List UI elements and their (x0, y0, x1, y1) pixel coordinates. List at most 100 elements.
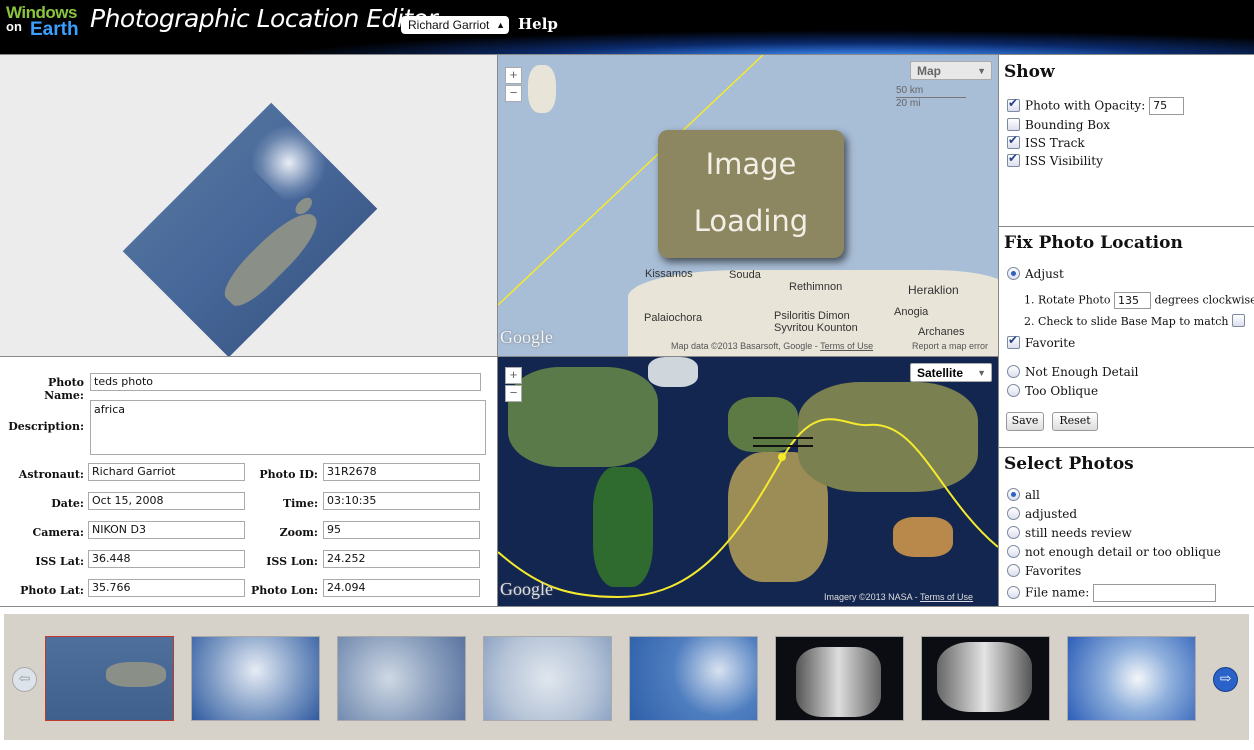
google-logo[interactable]: Google (500, 579, 553, 600)
iss-lat-field[interactable]: 36.448 (88, 550, 245, 568)
too-oblique-radio[interactable] (1007, 384, 1020, 397)
map-attribution: Map data ©2013 Basarsoft, Google - Terms… (671, 341, 873, 351)
filter-filename-radio[interactable] (1007, 585, 1020, 599)
thumbnail[interactable] (45, 636, 174, 721)
map-scale: 50 km 20 mi (896, 85, 966, 110)
filter-all-radio[interactable] (1007, 488, 1020, 501)
filter-favorites-option[interactable]: Favorites (1007, 564, 1081, 578)
not-enough-detail-radio[interactable] (1007, 365, 1020, 378)
filter-filename-label: File name: (1025, 585, 1090, 600)
filter-favorites-radio[interactable] (1007, 564, 1020, 577)
description-field[interactable]: africa (90, 400, 486, 455)
select-arrows-icon: ▲ (496, 20, 505, 30)
photo-name-label: Photo Name: (44, 376, 84, 402)
slide-map-checkbox[interactable] (1231, 314, 1245, 327)
too-oblique-option[interactable]: Too Oblique (1007, 384, 1098, 398)
iss-visibility-checkbox[interactable] (1007, 151, 1020, 167)
photo-opacity-label: Photo with Opacity: (1025, 98, 1146, 113)
filter-review-option[interactable]: still needs review (1007, 526, 1132, 540)
adjust-label: Adjust (1025, 267, 1064, 281)
city-label: Souda (729, 269, 761, 281)
bounding-box-checkbox[interactable] (1007, 118, 1020, 131)
world-zoom-in-button[interactable]: + (505, 367, 522, 384)
save-button[interactable]: Save (1006, 412, 1044, 431)
zoom-field[interactable]: 95 (323, 521, 480, 539)
terms-link[interactable]: Terms of Use (820, 341, 873, 351)
date-field[interactable]: Oct 15, 2008 (88, 492, 245, 510)
step-number: 2. (1024, 315, 1035, 328)
next-arrow-icon[interactable]: ⇨ (1213, 667, 1238, 692)
iss-orbit-track (498, 418, 998, 599)
step-number: 1. (1024, 293, 1035, 307)
photo-opacity-option[interactable]: Photo with Opacity: 75 (1007, 96, 1185, 115)
world-zoom-out-button[interactable]: − (505, 385, 522, 402)
world-map-type-select[interactable]: Satellite ▼ (910, 363, 992, 382)
iss-track-option[interactable]: ISS Track (1007, 133, 1085, 150)
world-satellite-map[interactable]: + − Satellite ▼ Google Imagery ©2013 NASA… (498, 356, 998, 607)
photo-opacity-checkbox[interactable] (1007, 96, 1020, 112)
thumbnail[interactable] (1067, 636, 1196, 721)
time-field[interactable]: 03:10:35 (323, 492, 480, 510)
iss-visibility-label: ISS Visibility (1025, 154, 1103, 168)
previous-arrow-icon[interactable]: ⇦ (12, 667, 37, 692)
reset-button[interactable]: Reset (1052, 412, 1098, 431)
thumbnail[interactable] (775, 636, 904, 721)
rotate-step: 1. Rotate Photo 135 degrees clockwise (1024, 292, 1254, 309)
iss-visibility-option[interactable]: ISS Visibility (1007, 151, 1103, 168)
camera-field[interactable]: NIKON D3 (88, 521, 245, 539)
rotated-photo[interactable] (122, 102, 378, 356)
thumbnail[interactable] (629, 636, 758, 721)
iss-lat-label: ISS Lat: (35, 555, 84, 568)
thumbnail[interactable] (921, 636, 1050, 721)
terms-link[interactable]: Terms of Use (920, 592, 973, 602)
thumbnail[interactable] (483, 636, 612, 721)
user-select[interactable]: Richard Garriot ▲ (401, 16, 509, 34)
astronaut-field[interactable]: Richard Garriot (88, 463, 245, 481)
scale-km: 50 km (896, 85, 966, 98)
world-map-type-value: Satellite (917, 366, 964, 380)
photo-lat-field[interactable]: 35.766 (88, 579, 245, 597)
astronaut-label: Astronaut: (18, 468, 84, 481)
windows-on-earth-logo[interactable]: Windows on Earth (6, 4, 84, 46)
filter-filename-option[interactable]: File name: (1007, 584, 1217, 602)
filter-adjusted-option[interactable]: adjusted (1007, 507, 1077, 521)
rotate-suffix: degrees clockwise (1154, 293, 1254, 307)
filter-review-radio[interactable] (1007, 526, 1020, 539)
favorite-option[interactable]: Favorite (1007, 333, 1075, 350)
adjust-option[interactable]: Adjust (1007, 267, 1064, 281)
filter-favorites-label: Favorites (1025, 564, 1082, 578)
photo-id-label: Photo ID: (259, 468, 318, 481)
filename-input[interactable] (1093, 584, 1217, 602)
city-label: Archanes (918, 326, 965, 338)
adjust-radio[interactable] (1007, 267, 1020, 280)
iss-lon-field[interactable]: 24.252 (323, 550, 480, 568)
report-map-error-link[interactable]: Report a map error (912, 341, 988, 351)
zoom-in-button[interactable]: + (505, 67, 522, 84)
help-link[interactable]: Help (518, 15, 558, 33)
filter-detail-radio[interactable] (1007, 545, 1020, 558)
base-map[interactable]: + − Map ▼ 50 km 20 mi Kissamos Souda Reth… (498, 54, 998, 357)
image-loading-overlay: Image Loading (658, 130, 844, 258)
zoom-out-button[interactable]: − (505, 85, 522, 102)
bounding-box-option[interactable]: Bounding Box (1007, 118, 1110, 132)
photo-name-field[interactable]: teds photo (90, 373, 481, 391)
filter-adjusted-radio[interactable] (1007, 507, 1020, 520)
logo-text-on: on (6, 19, 22, 34)
map-type-select[interactable]: Map ▼ (910, 61, 992, 80)
opacity-input[interactable]: 75 (1149, 97, 1185, 115)
city-label: Rethimnon (789, 281, 843, 293)
iss-track-checkbox[interactable] (1007, 133, 1020, 149)
filter-all-option[interactable]: all (1007, 488, 1040, 502)
thumbnail[interactable] (337, 636, 466, 721)
photo-id-field[interactable]: 31R2678 (323, 463, 480, 481)
too-oblique-label: Too Oblique (1025, 384, 1099, 398)
user-select-value: Richard Garriot (408, 18, 490, 32)
favorite-checkbox[interactable] (1007, 333, 1020, 349)
thumbnail[interactable] (191, 636, 320, 721)
date-label: Date: (51, 497, 84, 510)
photo-lon-field[interactable]: 24.094 (323, 579, 480, 597)
filter-detail-option[interactable]: not enough detail or too oblique (1007, 545, 1221, 559)
rotate-input[interactable]: 135 (1113, 292, 1151, 309)
not-enough-detail-option[interactable]: Not Enough Detail (1007, 365, 1138, 379)
google-logo[interactable]: Google (500, 327, 553, 348)
